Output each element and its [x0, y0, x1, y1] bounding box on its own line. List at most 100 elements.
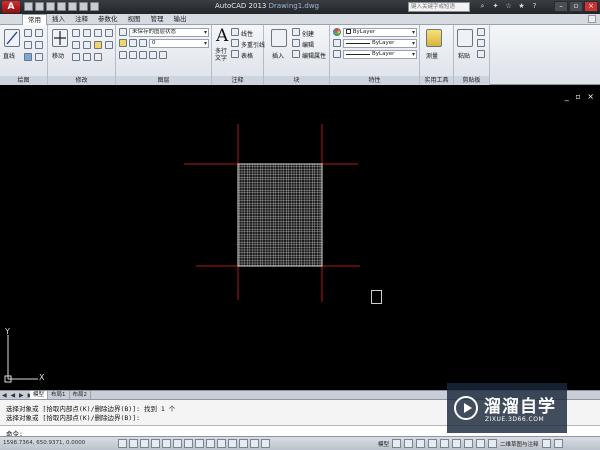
quick-view-layouts-icon[interactable] [392, 439, 402, 448]
rotate-icon[interactable] [72, 29, 80, 37]
drawing-canvas[interactable]: _ ▫ × Y X [0, 86, 600, 390]
arc-icon[interactable] [24, 41, 32, 49]
layer-state-dropdown[interactable]: 未保存的图层状态 [129, 28, 209, 37]
communication-icon[interactable]: ☆ [504, 2, 513, 11]
layer-isolate-icon[interactable] [139, 51, 147, 59]
circle-icon[interactable] [35, 29, 43, 37]
line-icon[interactable] [4, 29, 20, 47]
layer-off-icon[interactable] [159, 51, 167, 59]
layer-properties-icon[interactable] [119, 28, 127, 36]
search-icon[interactable]: ⌕ [478, 2, 487, 11]
create-label[interactable]: 创建 [302, 29, 314, 38]
open-file-icon[interactable] [35, 2, 44, 11]
array-icon[interactable] [83, 53, 91, 61]
close-button[interactable]: × [584, 1, 598, 12]
copy-clip-icon[interactable] [477, 39, 485, 47]
color-wheel-icon[interactable] [333, 28, 341, 36]
model-space-button[interactable]: 模型 [378, 440, 389, 448]
dyn-icon[interactable] [217, 439, 226, 448]
mtext-icon[interactable]: A [216, 26, 228, 46]
lineweight-toggle-icon[interactable] [228, 439, 237, 448]
minimize-button[interactable]: – [554, 1, 568, 12]
panel-draw-title[interactable]: 绘图 [0, 76, 47, 85]
linetype-dropdown[interactable]: ByLayer [343, 39, 417, 48]
ribbon-minimize-icon[interactable] [588, 15, 596, 23]
mirror-icon[interactable] [72, 41, 80, 49]
snap-icon[interactable] [129, 439, 138, 448]
layer-dropdown[interactable]: 0 [149, 39, 209, 48]
showmotion-icon[interactable] [452, 439, 462, 448]
table-icon[interactable] [231, 50, 239, 58]
workspace-switch-icon[interactable] [488, 439, 498, 448]
maximize-button[interactable]: ▫ [569, 1, 583, 12]
create-block-icon[interactable] [292, 28, 300, 36]
transparency-icon[interactable] [239, 439, 248, 448]
copy-icon[interactable] [105, 29, 113, 37]
plot-icon[interactable] [68, 2, 77, 11]
fillet-icon[interactable] [83, 41, 91, 49]
stretch-icon[interactable] [105, 41, 113, 49]
insert-block-icon[interactable] [271, 29, 287, 47]
ortho-icon[interactable] [151, 439, 160, 448]
workspace-label[interactable]: 二维草图与注释 [500, 440, 539, 448]
scale-icon[interactable] [72, 53, 80, 61]
quick-view-drawings-icon[interactable] [404, 439, 414, 448]
edit-block-icon[interactable] [292, 39, 300, 47]
annotation-visibility-icon[interactable] [476, 439, 486, 448]
subscription-icon[interactable]: ✦ [491, 2, 500, 11]
erase-icon[interactable] [94, 29, 102, 37]
save-as-icon[interactable] [57, 2, 66, 11]
paste-icon[interactable] [457, 29, 473, 47]
match-properties-icon[interactable] [477, 50, 485, 58]
edit-attributes-label[interactable]: 编辑属性 [302, 51, 326, 60]
cut-icon[interactable] [477, 28, 485, 36]
panel-annotation-title[interactable]: 注释 [212, 76, 263, 85]
lineweight-dropdown[interactable]: ByLayer [343, 50, 417, 59]
lineweight-icon[interactable] [333, 50, 341, 58]
hatch-icon[interactable] [24, 53, 32, 61]
color-dropdown[interactable]: ByLayer [343, 28, 417, 37]
panel-clipboard-title[interactable]: 剪贴板 [454, 76, 489, 85]
undo-icon[interactable] [79, 2, 88, 11]
application-menu-button[interactable]: A [2, 1, 20, 13]
help-icon[interactable]: ? [530, 2, 539, 11]
panel-modify-title[interactable]: 修改 [48, 76, 115, 85]
layer-unisolate-icon[interactable] [149, 51, 157, 59]
redo-icon[interactable] [90, 2, 99, 11]
tab-parametric[interactable]: 参数化 [93, 14, 123, 25]
selection-cycling-icon[interactable] [261, 439, 270, 448]
offset-icon[interactable] [94, 53, 102, 61]
tab-manage[interactable]: 管理 [146, 14, 169, 25]
linear-label[interactable]: 线性 [241, 29, 253, 38]
infer-constraints-icon[interactable] [118, 439, 127, 448]
linear-dimension-icon[interactable] [231, 28, 239, 36]
polar-icon[interactable] [162, 439, 171, 448]
new-file-icon[interactable] [24, 2, 33, 11]
tab-insert[interactable]: 插入 [47, 14, 70, 25]
panel-utilities-title[interactable]: 实用工具 [420, 76, 453, 85]
pan-icon[interactable] [416, 439, 426, 448]
rectangle-icon[interactable] [35, 41, 43, 49]
linetype-icon[interactable] [333, 39, 341, 47]
tab-home[interactable]: 常用 [22, 14, 47, 25]
multileader-icon[interactable] [231, 39, 239, 47]
steering-wheel-icon[interactable] [440, 439, 450, 448]
layer-on-icon[interactable] [119, 39, 127, 47]
zoom-icon[interactable] [428, 439, 438, 448]
grid-icon[interactable] [140, 439, 149, 448]
lock-icon[interactable] [541, 439, 551, 448]
tab-output[interactable]: 输出 [169, 14, 192, 25]
panel-block-title[interactable]: 块 [264, 76, 329, 85]
panel-properties-title[interactable]: 特性 [330, 76, 419, 85]
quick-properties-icon[interactable] [250, 439, 259, 448]
save-icon[interactable] [46, 2, 55, 11]
ellipse-icon[interactable] [35, 53, 43, 61]
annotation-scale-icon[interactable] [464, 439, 474, 448]
explode-icon[interactable] [94, 41, 102, 49]
otrack-icon[interactable] [195, 439, 204, 448]
polyline-icon[interactable] [24, 29, 32, 37]
measure-icon[interactable] [426, 29, 442, 47]
panel-layers-title[interactable]: 图层 [116, 76, 211, 85]
move-icon[interactable] [52, 29, 68, 47]
tab-annotate[interactable]: 注释 [70, 14, 93, 25]
